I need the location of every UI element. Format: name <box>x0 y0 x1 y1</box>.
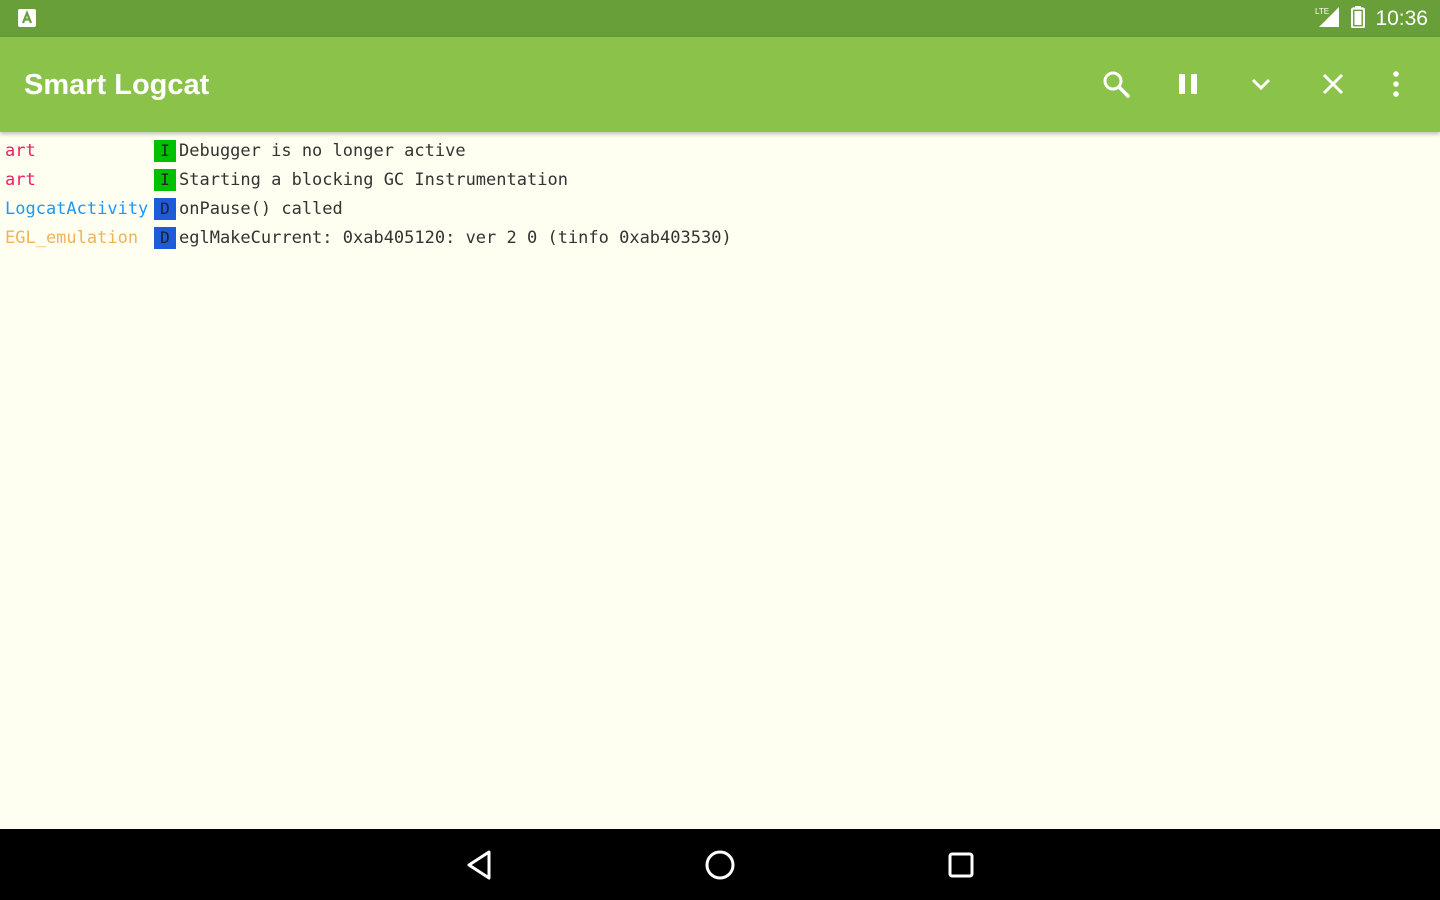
log-message: eglMakeCurrent: 0xab405120: ver 2 0 (tin… <box>179 227 732 248</box>
log-entry[interactable]: EGL_emulation D eglMakeCurrent: 0xab4051… <box>0 223 1440 252</box>
log-tag: art <box>5 169 36 190</box>
log-level-badge: D <box>154 197 176 220</box>
signal-icon: LTE <box>1315 5 1341 33</box>
log-message: Debugger is no longer active <box>179 140 466 161</box>
nav-home-button[interactable] <box>696 841 744 889</box>
status-time: 10:36 <box>1375 6 1428 30</box>
log-message: onPause() called <box>179 198 343 219</box>
status-bar: LTE 10:36 <box>0 0 1440 37</box>
home-icon <box>705 850 735 880</box>
a-notification-icon <box>17 8 37 28</box>
scroll-down-button[interactable] <box>1237 60 1285 108</box>
nav-recents-button[interactable] <box>937 841 985 889</box>
log-entry[interactable]: art I Debugger is no longer active <box>0 136 1440 165</box>
log-message: Starting a blocking GC Instrumentation <box>179 169 568 190</box>
close-icon <box>1322 73 1344 95</box>
more-vert-icon <box>1393 71 1399 97</box>
navigation-bar <box>0 829 1440 900</box>
log-tag: art <box>5 140 36 161</box>
log-level-badge: I <box>154 168 176 191</box>
battery-icon <box>1351 5 1366 32</box>
back-icon <box>467 850 491 880</box>
app-toolbar: Smart Logcat <box>0 37 1440 132</box>
nav-back-button[interactable] <box>455 841 503 889</box>
log-tag: LogcatActivity <box>5 198 149 219</box>
app-title: Smart Logcat <box>24 69 210 101</box>
log-level-badge: I <box>154 139 176 162</box>
network-label: LTE <box>1315 7 1329 16</box>
chevron-down-icon <box>1251 78 1271 91</box>
log-entry[interactable]: LogcatActivity D onPause() called <box>0 194 1440 223</box>
log-list[interactable]: art I Debugger is no longer active art I… <box>0 136 1440 252</box>
recents-icon <box>948 852 974 878</box>
overflow-menu-button[interactable] <box>1372 60 1420 108</box>
log-entry[interactable]: art I Starting a blocking GC Instrumenta… <box>0 165 1440 194</box>
clear-button[interactable] <box>1309 60 1357 108</box>
status-bar-right: LTE 10:36 <box>1315 0 1428 37</box>
search-icon <box>1103 71 1130 98</box>
pause-button[interactable] <box>1164 60 1212 108</box>
log-tag: EGL_emulation <box>5 227 139 248</box>
log-level-badge: D <box>154 226 176 249</box>
pause-icon <box>1179 74 1197 94</box>
search-button[interactable] <box>1092 60 1140 108</box>
